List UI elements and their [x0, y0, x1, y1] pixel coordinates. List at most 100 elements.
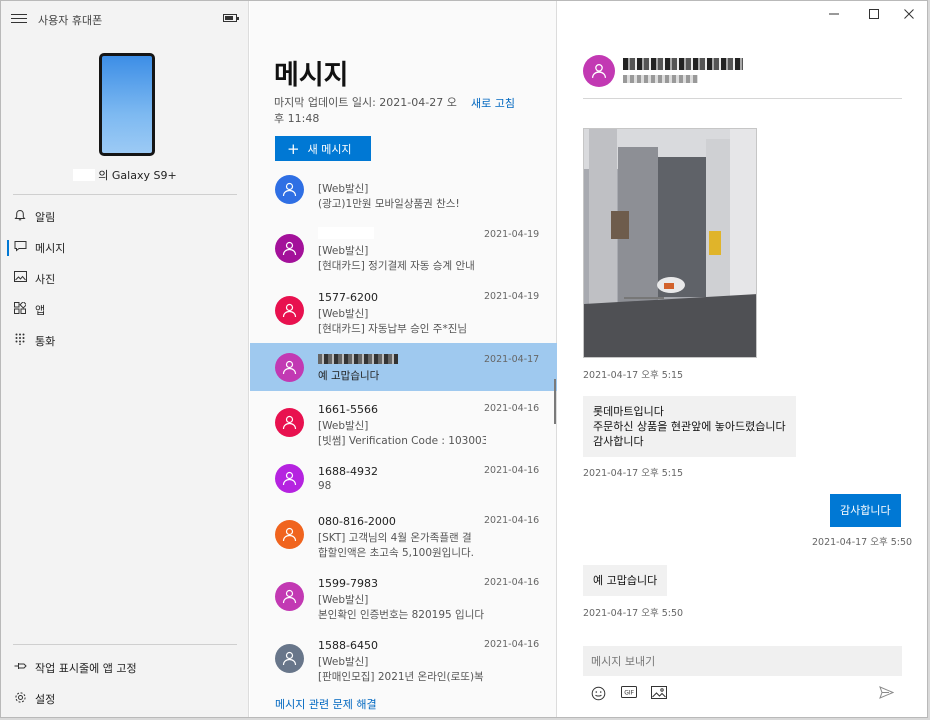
message-text: 감사합니다 — [593, 435, 644, 448]
list-scrollbar[interactable] — [554, 379, 556, 424]
conversation-name: 1661-5566 — [318, 403, 378, 416]
nav-item-label: 앱 — [35, 304, 46, 317]
redacted-name — [318, 354, 398, 364]
conversation-preview: 합할인액은 초고속 5,100원입니다. — [318, 547, 474, 559]
nav-item-photos[interactable]: 사진 — [1, 263, 249, 293]
conversation-item[interactable]: 1661-5566 2021-04-16 [Web발신] [빗썸] Verifi… — [250, 399, 557, 455]
device-name-label: 의 Galaxy S9+ — [98, 169, 177, 182]
last-update-text: 마지막 업데이트 일시: 2021-04-27 오후 11:48 — [274, 96, 457, 125]
conversation-item[interactable]: 1588-6450 2021-04-16 [Web발신] [판매인모집] 202… — [250, 635, 557, 685]
conversation-item-selected[interactable]: 2021-04-17 예 고맙습니다 — [250, 343, 557, 391]
nav-header: 사용자 휴대폰 — [1, 1, 249, 37]
person-icon — [282, 651, 297, 666]
message-icon — [13, 240, 27, 254]
conversation-item[interactable]: [Web발신] (광고)1만원 모바일상품권 찬스! — [250, 175, 557, 221]
troubleshoot-link[interactable]: 메시지 관련 문제 해결 — [275, 696, 377, 712]
redacted-contact-number — [623, 75, 698, 83]
conversation-item[interactable]: 1688-4932 2021-04-16 98 — [250, 461, 557, 517]
new-message-label: 새 메시지 — [307, 142, 352, 156]
nav-item-label: 사진 — [35, 273, 56, 286]
nav-item-label: 알림 — [35, 211, 56, 224]
photo-icon — [13, 271, 27, 285]
received-photo[interactable] — [583, 128, 757, 358]
gif-icon[interactable]: GIF — [620, 686, 638, 702]
settings-label: 설정 — [35, 693, 56, 706]
bell-icon — [13, 209, 27, 223]
pin-label: 작업 표시줄에 앱 고정 — [35, 662, 137, 675]
conversation-date: 2021-04-16 — [484, 515, 540, 526]
message-timestamp: 2021-04-17 오후 5:15 — [583, 370, 684, 381]
received-message-bubble[interactable]: 롯데마트입니다 주문하신 상품을 현관앞에 놓아드렸습니다 감사합니다 — [583, 396, 796, 457]
person-icon — [282, 182, 297, 197]
redacted-name — [318, 227, 374, 239]
avatar — [275, 353, 304, 382]
conversation-preview: [빗썸] Verification Code : 103003 — [318, 435, 486, 447]
conversation-preview: [현대카드] 정기결제 자동 승계 안내 — [318, 260, 475, 272]
message-timestamp: 2021-04-17 오후 5:50 — [583, 608, 684, 619]
nav-item-calls[interactable]: 통화 — [1, 325, 249, 355]
image-attach-icon[interactable] — [650, 686, 668, 702]
close-icon[interactable] — [899, 7, 919, 25]
person-icon — [282, 303, 297, 318]
person-icon — [282, 415, 297, 430]
conversation-item[interactable]: 1577-6200 2021-04-19 [Web발신] [현대카드] 자동납부… — [250, 286, 557, 342]
contact-avatar[interactable] — [583, 55, 615, 87]
message-timestamp: 2021-04-17 오후 5:50 — [812, 537, 913, 548]
nav-item-apps[interactable]: 앱 — [1, 294, 249, 324]
emoji-icon[interactable] — [589, 686, 607, 702]
message-text: 예 고맙습니다 — [593, 574, 658, 587]
conversation-preview: [SKT] 고객님의 4월 온가족플랜 결 — [318, 532, 472, 544]
conversation-date: 2021-04-17 — [484, 354, 540, 365]
nav-item-label: 메시지 — [35, 242, 66, 255]
dialpad-icon — [13, 333, 27, 347]
message-text: 주문하신 상품을 현관앞에 놓아드렸습니다 — [593, 420, 786, 433]
conversation-preview: (광고)1만원 모바일상품권 찬스! — [318, 198, 460, 210]
nav-item-messages[interactable]: 메시지 — [1, 232, 249, 262]
app-window: 사용자 휴대폰 의 Galaxy S9+ 알림 메시지 사진 앱 통화 작업 표… — [0, 0, 928, 718]
avatar — [275, 234, 304, 263]
conversation-list[interactable]: [Web발신] (광고)1만원 모바일상품권 찬스! 2021-04-19 [W… — [250, 175, 557, 685]
conversation-name: 080-816-2000 — [318, 515, 396, 528]
conversation-list-pane: 메시지 마지막 업데이트 일시: 2021-04-27 오후 11:48 새로 … — [250, 1, 557, 717]
phone-image — [99, 53, 155, 156]
sent-message-bubble[interactable]: 감사합니다 — [830, 494, 901, 527]
conversation-name: 1599-7983 — [318, 577, 378, 590]
person-icon — [282, 360, 297, 375]
hamburger-menu-icon[interactable] — [11, 11, 27, 25]
avatar — [275, 520, 304, 549]
person-icon — [282, 241, 297, 256]
received-message-bubble[interactable]: 예 고맙습니다 — [583, 565, 668, 596]
conversation-item[interactable]: 1599-7983 2021-04-16 [Web발신] 본인확인 인증번호는 … — [250, 573, 557, 629]
hallway-photo-image — [584, 129, 756, 357]
minimize-icon[interactable] — [824, 7, 844, 25]
plus-icon: + — [287, 139, 300, 158]
avatar — [275, 408, 304, 437]
conversation-date: 2021-04-16 — [484, 465, 540, 476]
app-title: 사용자 휴대폰 — [38, 14, 103, 27]
maximize-icon[interactable] — [864, 7, 884, 25]
gear-icon — [13, 691, 27, 705]
pin-to-taskbar-button[interactable]: 작업 표시줄에 앱 고정 — [1, 652, 249, 682]
new-message-button[interactable]: + 새 메시지 — [275, 136, 371, 161]
conversation-preview: [Web발신] — [318, 183, 369, 195]
send-icon[interactable] — [877, 686, 895, 702]
conversation-preview: [현대카드] 자동납부 승인 주*진님 — [318, 323, 468, 335]
conversation-item[interactable]: 2021-04-19 [Web발신] [현대카드] 정기결제 자동 승계 안내 — [250, 225, 557, 281]
conversation-name — [318, 227, 374, 242]
conversation-date: 2021-04-16 — [484, 403, 540, 414]
person-icon — [282, 471, 297, 486]
nav-pane: 사용자 휴대폰 의 Galaxy S9+ 알림 메시지 사진 앱 통화 작업 표… — [1, 1, 249, 717]
conversation-item[interactable]: 080-816-2000 2021-04-16 [SKT] 고객님의 4월 온가… — [250, 511, 557, 567]
conversation-preview: [Web발신] — [318, 308, 369, 320]
nav-item-notifications[interactable]: 알림 — [1, 201, 249, 231]
compose-message-input[interactable] — [583, 646, 902, 676]
avatar — [275, 644, 304, 673]
message-timestamp: 2021-04-17 오후 5:15 — [583, 468, 684, 479]
apps-icon — [13, 300, 28, 316]
conversation-name — [318, 353, 398, 366]
conversation-preview: 본인확인 인증번호는 820195 입니다 — [318, 609, 485, 621]
refresh-link[interactable]: 새로 고침 — [471, 95, 515, 111]
person-icon — [282, 527, 297, 542]
settings-button[interactable]: 설정 — [1, 683, 249, 713]
avatar — [275, 175, 304, 204]
